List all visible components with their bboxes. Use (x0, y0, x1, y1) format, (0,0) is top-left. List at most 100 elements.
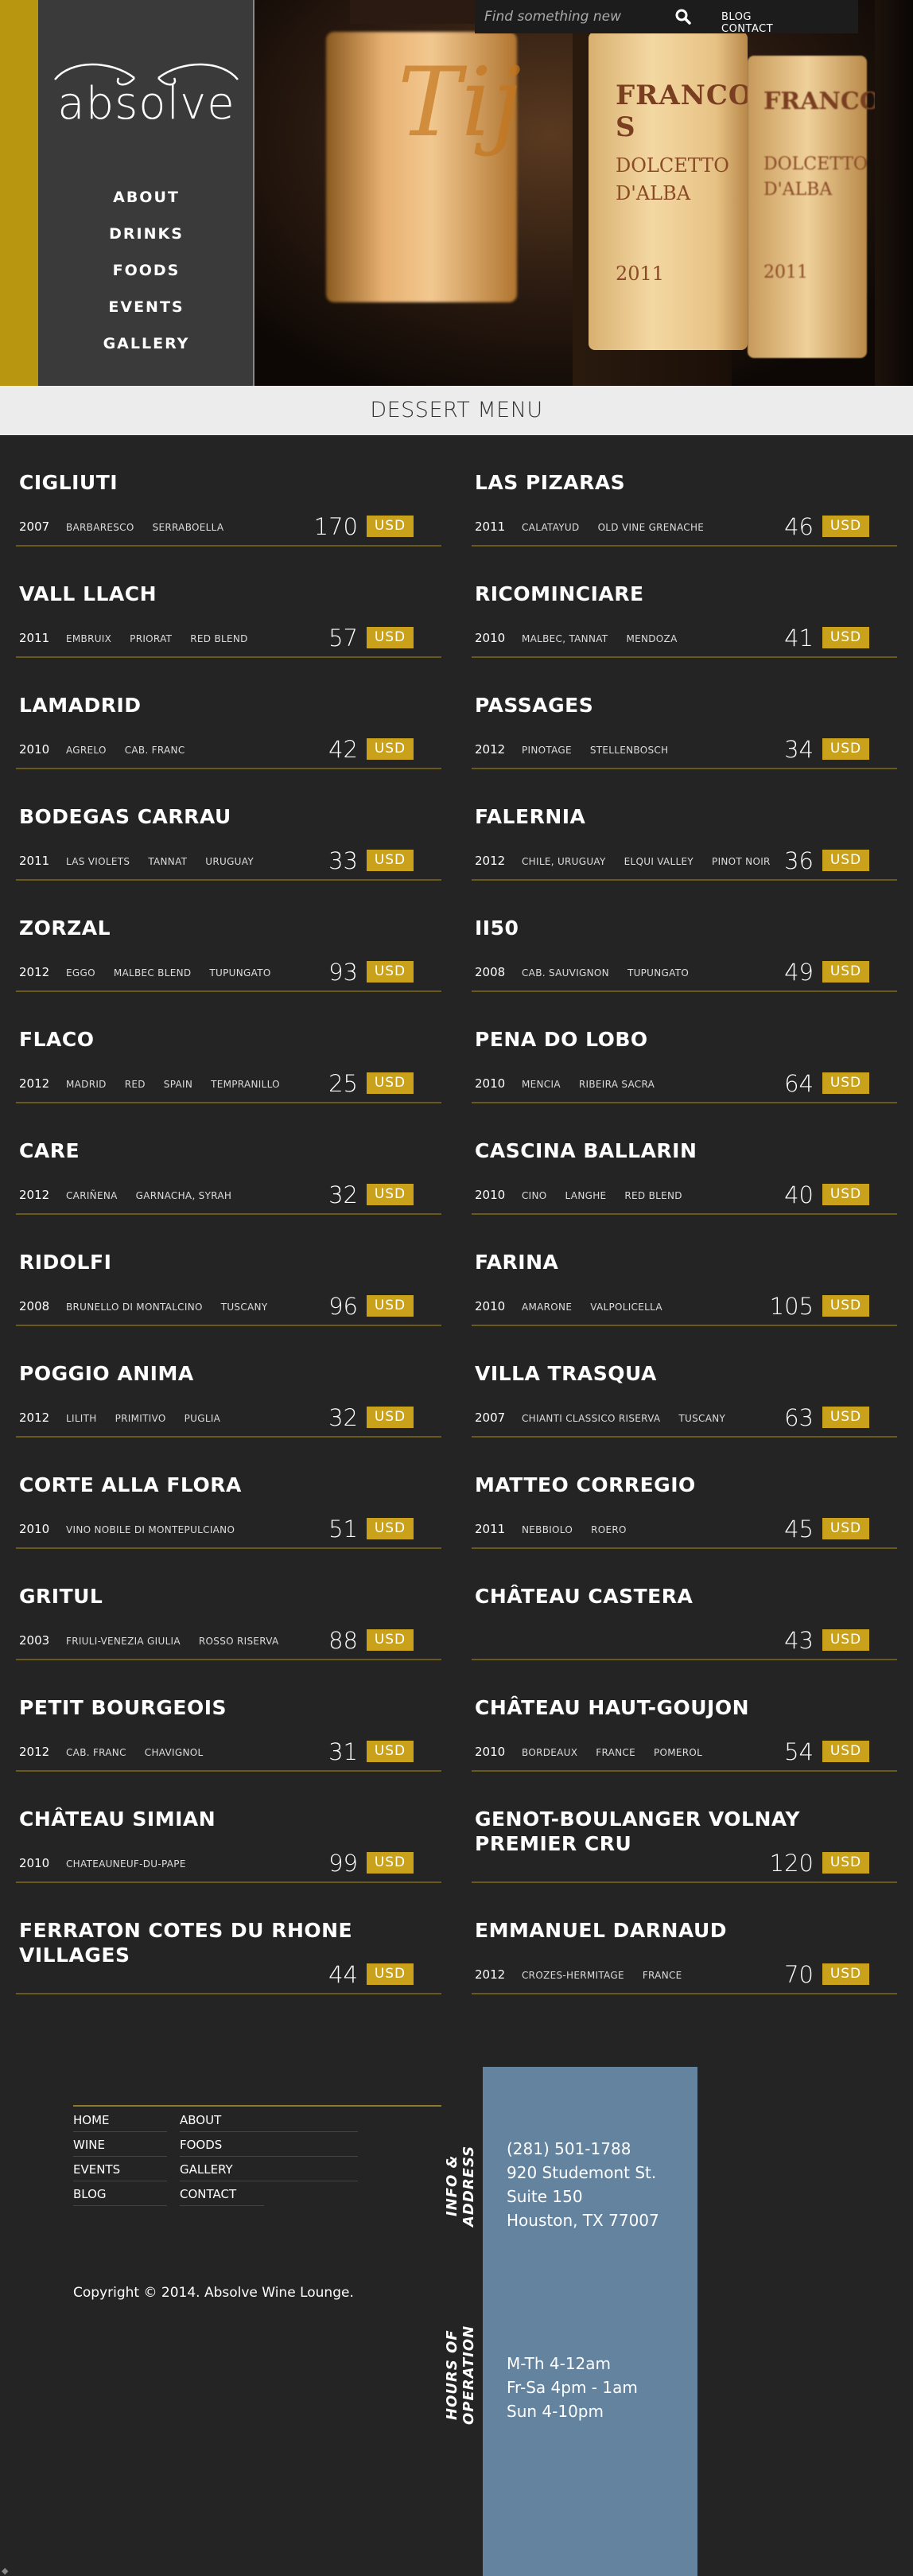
search-input[interactable] (484, 6, 663, 27)
wine-tag: TUPUNGATO (209, 967, 271, 979)
wine-tag: SPAIN (163, 1079, 193, 1090)
footer-nav-contact[interactable]: CONTACT (180, 2182, 264, 2206)
wine-tag: RED BLEND (624, 1190, 682, 1201)
wine-tag: VALPOLICELLA (590, 1302, 662, 1313)
wine-tag: TEMPRANILLO (211, 1079, 280, 1090)
currency-badge: USD (822, 1852, 869, 1874)
footer-nav-home[interactable]: HOME (73, 2108, 167, 2132)
wine-tags: LILITH PRIMITIVO PUGLIA (66, 1413, 239, 1424)
wine-tag: CAB. FRANC (66, 1747, 126, 1758)
currency-badge: USD (367, 1184, 414, 1205)
wine-tag: PRIMITIVO (115, 1413, 166, 1424)
search-icon[interactable] (674, 7, 693, 26)
footer-divider (73, 2105, 441, 2107)
currency-badge: USD (822, 1184, 869, 1205)
wine-tag: MADRID (66, 1079, 107, 1090)
wine-item[interactable]: CORTE ALLA FLORA 2010 VINO NOBILE DI MONTE… (16, 1438, 441, 1549)
wine-item[interactable]: VILLA TRASQUA 2007 CHIANTI CLASSICO RISERV… (472, 1326, 897, 1438)
wine-tag: CARIÑENA (66, 1190, 118, 1201)
wine-item[interactable]: LAMADRID 2010 AGRELO CAB. FRANC 42 USD (16, 658, 441, 769)
bottle-label-b-sub: DOLCETTO D'ALBA (616, 151, 729, 207)
logo-text: absolve (57, 78, 235, 130)
wine-item[interactable]: II50 2008 CAB. SAUVIGNON TUPUNGATO 49 USD (472, 881, 897, 992)
footer-nav-wine[interactable]: WINE (73, 2133, 167, 2157)
bottle-label-b-year: 2011 (616, 263, 665, 285)
wine-item[interactable]: CHÂTEAU SIMIAN 2010 CHATEAUNEUF-DU-PAPE 99 U… (16, 1772, 441, 1883)
wine-item[interactable]: CHÂTEAU HAUT-GOUJON 2010 BORDEAUX FRANCE POM… (472, 1660, 897, 1772)
footer-nav-foods[interactable]: FOODS (180, 2133, 358, 2157)
wine-item[interactable]: VALL LLACH 2011 EMBRUIX PRIORAT RED BLEND 57 U… (16, 547, 441, 658)
wine-item[interactable]: POGGIO ANIMA 2012 LILITH PRIMITIVO PUGLIA 32 U… (16, 1326, 441, 1438)
wine-item[interactable]: FLACO 2012 MADRID RED SPAIN TEMPRANILLO 25 USD (16, 992, 441, 1103)
wine-tags: MALBEC, TANNAT MENDOZA (522, 633, 696, 644)
wine-tag: SERRABOELLA (152, 522, 224, 533)
footer-nav-events[interactable]: EVENTS (73, 2158, 167, 2181)
wine-name: CHÂTEAU SIMIAN (19, 1807, 216, 1831)
wine-item[interactable]: CHÂTEAU CASTERA 43 USD (472, 1549, 897, 1660)
wine-item[interactable]: FERRATON COTES DU RHONE VILLAGES 44 USD (16, 1883, 441, 1994)
wine-price: 33 (328, 847, 358, 874)
wine-item[interactable]: PENA DO LOBO 2010 MENCIA RIBEIRA SACRA 64 USD (472, 992, 897, 1103)
wine-price: 49 (784, 959, 814, 986)
wine-price: 25 (328, 1070, 358, 1097)
wine-item[interactable]: RIDOLFI 2008 BRUNELLO DI MONTALCINO TUSCANY… (16, 1215, 441, 1326)
wine-item[interactable]: FALERNIA 2012 CHILE, URUGUAY ELQUI VALLEY PI… (472, 769, 897, 881)
top-link-contact[interactable]: CONTACT (721, 23, 773, 35)
wine-tags: CAB. FRANC CHAVIGNOL (66, 1747, 221, 1758)
wine-tag: CHAVIGNOL (144, 1747, 204, 1758)
wine-item[interactable]: FARINA 2010 AMARONE VALPOLICELLA 105 USD (472, 1215, 897, 1326)
wine-item[interactable]: CIGLIUTI 2007 BARBARESCO SERRABOELLA 170 USD (16, 435, 441, 547)
top-link-blog[interactable]: BLOG (721, 11, 752, 23)
wine-price: 63 (784, 1404, 814, 1431)
nav-gallery[interactable]: GALLERY (38, 325, 254, 362)
wine-name: PETIT BOURGEOIS (19, 1696, 227, 1719)
wine-item[interactable]: ZORZAL 2012 EGGO MALBEC BLEND TUPUNGATO 93 USD (16, 881, 441, 992)
menu-title-bar: DESSERT MENU (0, 386, 913, 435)
wine-tag: MALBEC BLEND (113, 967, 192, 979)
wine-name: GRITUL (19, 1585, 103, 1608)
currency-badge: USD (367, 1629, 414, 1651)
nav-foods[interactable]: FOODS (38, 252, 254, 289)
wine-item[interactable]: RICOMINCIARE 2010 MALBEC, TANNAT MENDOZA 41 U… (472, 547, 897, 658)
wine-tags: MENCIA RIBEIRA SACRA (522, 1079, 673, 1090)
wine-year: 2010 (19, 1522, 50, 1536)
wine-price: 70 (784, 1961, 814, 1988)
wine-item[interactable]: PETIT BOURGEOIS 2012 CAB. FRANC CHAVIGNOL 31… (16, 1660, 441, 1772)
hours-block: M-Th 4-12am Fr-Sa 4pm - 1am Sun 4-10pm (507, 2352, 638, 2423)
currency-badge: USD (367, 1072, 414, 1094)
info-heading: INFO & ADDRESS (444, 2116, 477, 2255)
logo[interactable]: absolve (38, 56, 254, 130)
currency-badge: USD (822, 1518, 869, 1539)
wine-item[interactable]: CARE 2012 CARIÑENA GARNACHA, SYRAH 32 USD (16, 1103, 441, 1215)
wine-year: 2011 (475, 1522, 506, 1536)
wine-tag: MENDOZA (626, 633, 678, 644)
gold-accent-strip (0, 0, 38, 386)
wine-tag: AGRELO (66, 745, 107, 756)
wine-item[interactable]: EMMANUEL DARNAUD 2012 CROZES-HERMITAGE FRAN… (472, 1883, 897, 1994)
wine-tags: AGRELO CAB. FRANC (66, 745, 204, 756)
wine-item[interactable]: GENOT-BOULANGER VOLNAY PREMIER CRU 120 USD (472, 1772, 897, 1883)
wine-tag: FRIULI-VENEZIA GIULIA (66, 1636, 181, 1647)
wine-tag: URUGUAY (205, 856, 254, 867)
phone-number[interactable]: (281) 501-1788 (507, 2137, 659, 2161)
footer-nav-gallery[interactable]: GALLERY (180, 2158, 358, 2181)
footer-nav-blog[interactable]: BLOG (73, 2182, 167, 2206)
wine-price: 31 (328, 1738, 358, 1765)
wine-tag: CHIANTI CLASSICO RISERVA (522, 1413, 661, 1424)
wine-item[interactable]: BODEGAS CARRAU 2011 LAS VIOLETS TANNAT URUGU… (16, 769, 441, 881)
bottle-label-b-title: FRANCO S (616, 80, 753, 143)
wine-year: 2008 (19, 1299, 50, 1313)
wine-item[interactable]: MATTEO CORREGIO 2011 NEBBIOLO ROERO 45 USD (472, 1438, 897, 1549)
nav-about[interactable]: ABOUT (38, 179, 254, 216)
nav-drinks[interactable]: DRINKS (38, 216, 254, 252)
wine-tag: VINO NOBILE DI MONTEPULCIANO (66, 1524, 235, 1535)
wine-name: LAMADRID (19, 694, 142, 717)
wine-item[interactable]: GRITUL 2003 FRIULI-VENEZIA GIULIA ROSSO RIS… (16, 1549, 441, 1660)
wine-item[interactable]: PASSAGES 2012 PINOTAGE STELLENBOSCH 34 USD (472, 658, 897, 769)
info-panel: (281) 501-1788 920 Studemont St. Suite 1… (483, 2067, 697, 2576)
wine-item[interactable]: LAS PIZARAS 2011 CALATAYUD OLD VINE GRENACH… (472, 435, 897, 547)
wine-year: 2003 (19, 1633, 50, 1648)
footer-nav-about[interactable]: ABOUT (180, 2108, 358, 2132)
wine-item[interactable]: CASCINA BALLARIN 2010 CINO LANGHE RED BLEND 4… (472, 1103, 897, 1215)
nav-events[interactable]: EVENTS (38, 289, 254, 325)
